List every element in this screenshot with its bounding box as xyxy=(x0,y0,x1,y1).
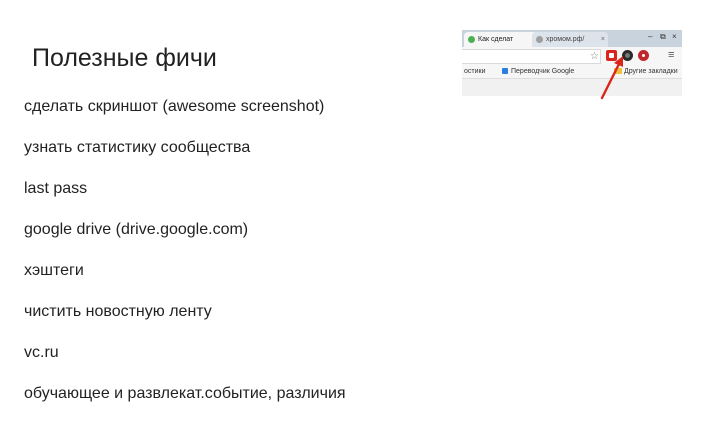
bullet-item: чистить новостную ленту xyxy=(24,303,212,320)
bookmark-label: Другие закладки xyxy=(624,68,678,75)
bullet-item: last pass xyxy=(24,180,88,197)
browser-tab-active[interactable]: Как сделат × xyxy=(464,32,542,47)
favicon-icon xyxy=(468,36,475,43)
tab-label: хромом.рф/ xyxy=(546,36,585,43)
bookmark-item[interactable]: Переводчик Google xyxy=(502,65,574,78)
bullet-item: vc.ru xyxy=(24,344,59,361)
browser-screenshot: Как сделат × хромом.рф/ × – ⧉ × ☆ ≡ ости… xyxy=(462,30,682,96)
bullet-item: google drive (drive.google.com) xyxy=(24,221,249,238)
minimize-icon[interactable]: – xyxy=(648,32,652,41)
browser-toolbar: ☆ ≡ xyxy=(462,47,682,65)
close-icon[interactable]: × xyxy=(601,32,605,47)
maximize-icon[interactable]: ⧉ xyxy=(660,32,666,42)
bookmark-label: Переводчик Google xyxy=(511,68,575,75)
arrow-shaft xyxy=(600,60,622,100)
address-bar[interactable]: ☆ xyxy=(462,49,601,64)
bullet-item: хэштеги xyxy=(24,262,84,279)
bullet-list: сделать скриншот (awesome screenshot) уз… xyxy=(24,98,346,426)
slide-title: Полезные фичи xyxy=(32,44,217,72)
bookmarks-bar: остики Переводчик Google Другие закладки xyxy=(462,65,682,79)
tab-label: Как сделат xyxy=(478,36,514,43)
slide: Полезные фичи сделать скриншот (awesome … xyxy=(0,0,720,405)
bookmark-item[interactable]: остики xyxy=(464,65,485,78)
bullet-item: сделать скриншот (awesome screenshot) xyxy=(24,98,325,115)
bullet-item: узнать статистику сообщества xyxy=(24,139,251,156)
tab-strip: Как сделат × хромом.рф/ × – ⧉ × xyxy=(462,30,682,47)
google-translate-icon xyxy=(502,68,508,74)
lastpass-icon[interactable] xyxy=(638,50,649,61)
menu-icon[interactable]: ≡ xyxy=(668,49,674,61)
window-close-icon[interactable]: × xyxy=(672,32,677,41)
red-arrow-icon xyxy=(600,56,623,100)
browser-tab[interactable]: хромом.рф/ × xyxy=(532,32,608,47)
bullet-item: обучающее и развлекат.событие, различия xyxy=(24,385,346,402)
page-icon xyxy=(536,36,543,43)
